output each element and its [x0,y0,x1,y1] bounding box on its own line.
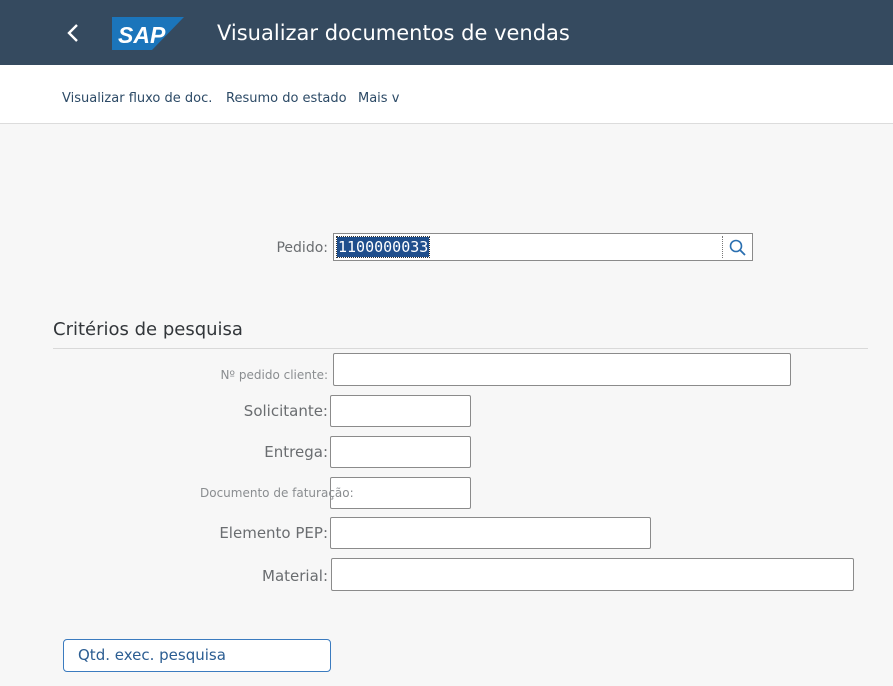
more-menu-button[interactable]: Mais v [358,91,399,106]
material-input[interactable] [331,558,854,591]
requester-label: Solicitante: [243,402,328,420]
shell-header: SAP Visualizar documentos de vendas [0,0,893,65]
search-icon[interactable] [728,238,748,258]
order-label: Pedido: [276,240,328,256]
section-divider [53,348,868,349]
order-input[interactable]: 1100000033 [333,233,753,261]
page-title: Visualizar documentos de vendas [217,21,570,45]
delivery-input[interactable] [330,436,471,468]
order-input-value: 1100000033 [335,236,431,258]
status-overview-button[interactable]: Resumo do estado [226,91,347,106]
document-flow-button[interactable]: Visualizar fluxo de doc. [62,91,212,106]
order-input-separator [722,236,724,258]
search-criteria-title: Critérios de pesquisa [53,319,243,340]
material-label: Material: [262,567,328,585]
sap-logo: SAP [112,17,184,50]
chevron-left-icon [67,24,78,42]
requester-input[interactable] [330,395,471,427]
wbs-element-input[interactable] [330,517,651,549]
back-button[interactable] [58,16,88,50]
billing-document-label: Documento de faturação: [200,486,354,500]
customer-order-label: Nº pedido cliente: [220,368,328,382]
customer-order-input[interactable] [333,353,791,386]
toolbar: Visualizar fluxo de doc. Resumo do estad… [0,65,893,124]
exec-search-button[interactable]: Qtd. exec. pesquisa [63,639,331,672]
svg-text:SAP: SAP [118,22,166,48]
delivery-label: Entrega: [264,443,328,461]
wbs-element-label: Elemento PEP: [219,524,328,542]
